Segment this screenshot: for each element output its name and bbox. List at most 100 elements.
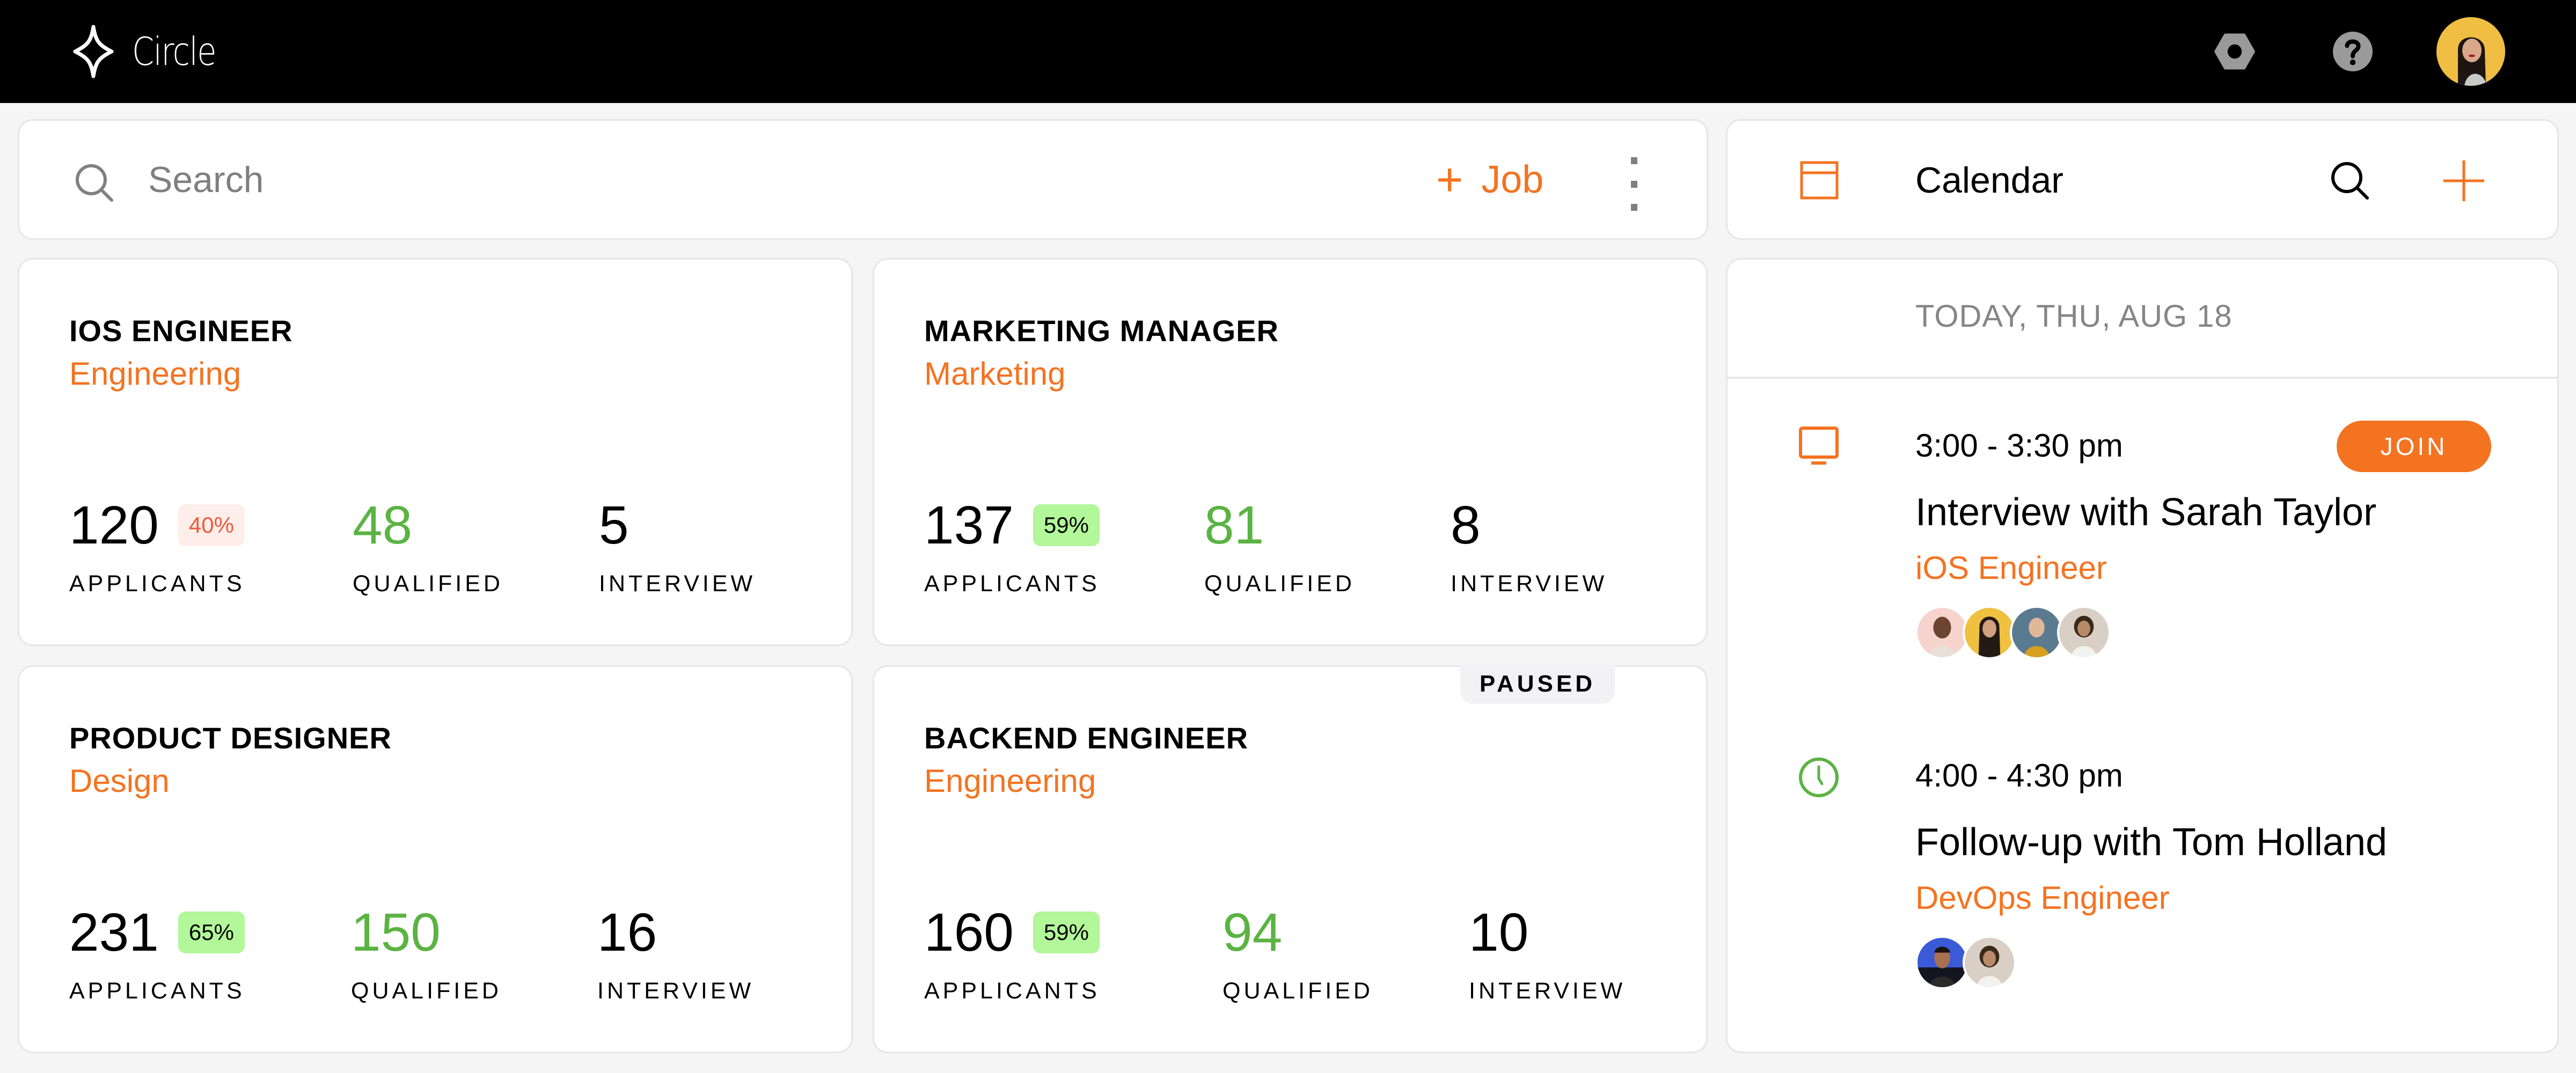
- app-logo[interactable]: Circle: [67, 25, 234, 78]
- stat-label: INTERVIEW: [599, 571, 756, 597]
- job-stats: 137 59% APPLICANTS 81 QUALIFIED 8 INTERVI…: [924, 490, 1674, 608]
- job-stats: 160 59% APPLICANTS 94 QUALIFIED 10 INTERV…: [924, 898, 1674, 1016]
- job-card-marketing-manager[interactable]: MARKETING MANAGER Marketing 137 59% APPLI…: [873, 258, 1708, 646]
- job-department: Design: [69, 763, 170, 799]
- attendee-avatars: [1915, 936, 2016, 989]
- join-button[interactable]: JOIN: [2337, 421, 2491, 472]
- stat-label: INTERVIEW: [597, 978, 755, 1004]
- qualified-count: 150: [351, 902, 441, 962]
- more-dot: [1631, 157, 1637, 164]
- qualified-count: 81: [1204, 495, 1264, 555]
- stat-interview: 8 INTERVIEW: [1451, 490, 1607, 597]
- settings-icon[interactable]: [2211, 28, 2258, 75]
- attendee-avatar[interactable]: [2010, 606, 2063, 659]
- search-input[interactable]: [148, 153, 1382, 207]
- qualified-count: 48: [353, 495, 413, 555]
- qualification-rate-badge: 40%: [178, 504, 245, 546]
- stat-label: APPLICANTS: [69, 571, 245, 597]
- job-title: MARKETING MANAGER: [924, 314, 1279, 348]
- qualification-rate-badge: 59%: [1033, 912, 1100, 953]
- interview-count: 5: [599, 495, 629, 555]
- status-badge: PAUSED: [1460, 665, 1615, 704]
- calendar-header: Calendar: [1726, 119, 2559, 240]
- qualification-rate-badge: 65%: [178, 912, 245, 953]
- job-search-bar: + Job: [18, 119, 1708, 240]
- attendee-avatar[interactable]: [1915, 606, 1969, 659]
- stat-label: QUALIFIED: [1204, 571, 1355, 597]
- attendee-avatar[interactable]: [1963, 606, 2016, 659]
- stat-label: APPLICANTS: [924, 571, 1100, 597]
- stat-applicants: 137 59% APPLICANTS: [924, 490, 1100, 597]
- stat-interview: 10 INTERVIEW: [1469, 898, 1626, 1004]
- help-icon[interactable]: [2329, 28, 2376, 75]
- job-card-product-designer[interactable]: PRODUCT DESIGNER Design 231 65% APPLICANT…: [18, 665, 853, 1053]
- add-job-label: Job: [1481, 158, 1544, 201]
- job-card-ios-engineer[interactable]: IOS ENGINEER Engineering 120 40% APPLICAN…: [18, 258, 853, 646]
- event-role: DevOps Engineer: [1915, 880, 2170, 916]
- applicants-count: 120: [69, 495, 159, 555]
- user-avatar[interactable]: [2436, 17, 2505, 86]
- stat-label: QUALIFIED: [353, 571, 503, 597]
- applicants-count: 137: [924, 495, 1014, 555]
- event-time: 3:00 - 3:30 pm: [1915, 428, 2123, 464]
- event-title: Follow-up with Tom Holland: [1915, 821, 2388, 864]
- interview-count: 8: [1451, 495, 1481, 555]
- stat-label: INTERVIEW: [1469, 978, 1626, 1004]
- job-title: BACKEND ENGINEER: [924, 721, 1249, 755]
- app-name: Circle: [132, 29, 217, 74]
- job-title: IOS ENGINEER: [69, 314, 293, 348]
- interview-count: 10: [1469, 902, 1529, 962]
- stat-applicants: 120 40% APPLICANTS: [69, 490, 245, 597]
- search-icon: [76, 164, 113, 202]
- qualified-count: 94: [1223, 902, 1283, 962]
- stat-qualified: 94 QUALIFIED: [1223, 898, 1373, 1004]
- stat-label: INTERVIEW: [1451, 571, 1608, 597]
- avatar-portrait: [2436, 17, 2505, 86]
- date-heading: TODAY, THU, AUG 18: [1915, 299, 2233, 334]
- job-department: Engineering: [924, 763, 1096, 799]
- job-stats: 120 40% APPLICANTS 48 QUALIFIED 5 INTERVI…: [69, 490, 819, 608]
- calendar-title: Calendar: [1915, 160, 2063, 201]
- attendee-avatar[interactable]: [1915, 936, 1969, 989]
- job-title: PRODUCT DESIGNER: [69, 721, 392, 755]
- stat-label: APPLICANTS: [69, 978, 245, 1004]
- stat-label: QUALIFIED: [351, 978, 502, 1004]
- stat-interview: 16 INTERVIEW: [597, 898, 754, 1004]
- attendee-avatar[interactable]: [1963, 936, 2016, 989]
- more-options-button[interactable]: [1626, 157, 1642, 211]
- stat-label: QUALIFIED: [1223, 978, 1373, 1004]
- calendar-icon: [1800, 161, 1839, 200]
- applicants-count: 160: [924, 902, 1014, 962]
- event-title: Interview with Sarah Taylor: [1915, 491, 2377, 534]
- calendar-agenda: TODAY, THU, AUG 18 3:00 - 3:30 pm JOIN I…: [1726, 258, 2559, 1053]
- add-event-icon[interactable]: [2441, 158, 2486, 203]
- attendee-avatars: [1915, 606, 2111, 659]
- event-time: 4:00 - 4:30 pm: [1915, 758, 2123, 793]
- more-dot: [1631, 204, 1637, 211]
- plus-icon: +: [1436, 153, 1463, 205]
- add-job-button[interactable]: + Job: [1436, 153, 1543, 207]
- calendar-search-icon[interactable]: [2329, 159, 2372, 202]
- job-stats: 231 65% APPLICANTS 150 QUALIFIED 16 INTER…: [69, 898, 819, 1016]
- stat-qualified: 81 QUALIFIED: [1204, 490, 1355, 597]
- applicants-count: 231: [69, 902, 159, 962]
- event-role: iOS Engineer: [1915, 550, 2107, 586]
- qualification-rate-badge: 59%: [1033, 504, 1100, 546]
- sparkle-diamond-icon: [73, 25, 114, 78]
- interview-count: 16: [597, 902, 657, 962]
- stat-applicants: 231 65% APPLICANTS: [69, 898, 245, 1004]
- stat-applicants: 160 59% APPLICANTS: [924, 898, 1100, 1004]
- stat-interview: 5 INTERVIEW: [599, 490, 756, 597]
- attendee-avatar[interactable]: [2057, 606, 2111, 659]
- divider: [1728, 377, 2557, 379]
- top-bar: Circle: [0, 0, 2576, 103]
- stat-qualified: 150 QUALIFIED: [351, 898, 502, 1004]
- monitor-icon: [1799, 427, 1839, 465]
- job-department: Engineering: [69, 356, 241, 392]
- clock-icon: [1799, 758, 1839, 797]
- job-department: Marketing: [924, 356, 1066, 392]
- stat-qualified: 48 QUALIFIED: [353, 490, 503, 597]
- stat-label: APPLICANTS: [924, 978, 1100, 1004]
- more-dot: [1631, 180, 1637, 188]
- job-card-backend-engineer[interactable]: PAUSED BACKEND ENGINEER Engineering 160 5…: [873, 665, 1708, 1053]
